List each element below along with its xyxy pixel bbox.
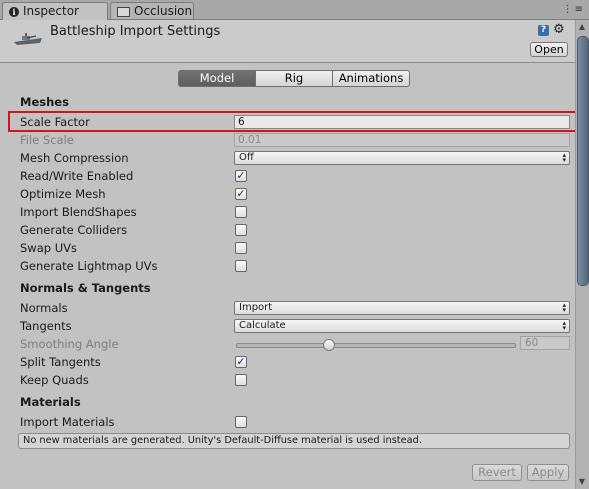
swap-uvs-checkbox[interactable]	[235, 242, 247, 254]
scale-factor-highlight	[8, 111, 589, 132]
scroll-down-arrow-icon[interactable]: ▼	[576, 476, 588, 488]
normals-label: Normals	[20, 301, 68, 315]
tangents-dropdown[interactable]: Calculate ▴ ▾	[234, 319, 570, 333]
keep-quads-checkbox[interactable]	[235, 374, 247, 386]
optimize-mesh-checkbox[interactable]: ✓	[235, 188, 247, 200]
generate-lightmap-uvs-checkbox[interactable]	[235, 260, 247, 272]
generate-colliders-label: Generate Colliders	[20, 223, 128, 237]
scroll-up-arrow-icon[interactable]: ▲	[576, 21, 588, 33]
generate-lightmap-uvs-label: Generate Lightmap UVs	[20, 259, 158, 273]
tab-model[interactable]: Model	[178, 70, 256, 87]
generate-colliders-checkbox[interactable]	[235, 224, 247, 236]
materials-heading: Materials	[20, 395, 81, 409]
tab-bar: i Inspector Occlusion ⋮≡	[0, 0, 589, 20]
file-scale-field: 0.01	[234, 133, 570, 147]
keep-quads-label: Keep Quads	[20, 373, 89, 387]
tab-animations[interactable]: Animations	[332, 70, 410, 87]
import-materials-checkbox[interactable]	[235, 416, 247, 428]
meshes-heading: Meshes	[20, 95, 69, 109]
inspector-header: Battleship Import Settings ? ⚙ Open	[0, 20, 589, 63]
import-materials-label: Import Materials	[20, 415, 115, 429]
apply-button[interactable]: Apply	[527, 464, 569, 481]
materials-info-box: No new materials are generated. Unity's …	[18, 433, 570, 449]
read-write-label: Read/Write Enabled	[20, 169, 134, 183]
smoothing-angle-label: Smoothing Angle	[20, 337, 119, 351]
occlusion-icon	[117, 6, 130, 17]
tab-inspector-label: Inspector	[23, 4, 79, 18]
split-tangents-label: Split Tangents	[20, 355, 101, 369]
tab-inspector[interactable]: i Inspector	[2, 2, 108, 20]
dropdown-arrow-icon: ▴ ▾	[562, 301, 566, 314]
info-icon: i	[9, 6, 19, 17]
smoothing-angle-slider[interactable]	[236, 343, 516, 348]
mesh-compression-label: Mesh Compression	[20, 151, 129, 165]
dropdown-arrow-icon: ▴ ▾	[562, 319, 566, 332]
swap-uvs-label: Swap UVs	[20, 241, 77, 255]
optimize-mesh-label: Optimize Mesh	[20, 187, 106, 201]
tab-rig[interactable]: Rig	[255, 70, 333, 87]
scrollbar-thumb[interactable]	[577, 36, 589, 286]
smoothing-angle-input: 60	[520, 336, 570, 350]
smoothing-angle-slider-thumb[interactable]	[323, 339, 335, 351]
import-blendshapes-checkbox[interactable]	[235, 206, 247, 218]
revert-button[interactable]: Revert	[472, 464, 522, 481]
gear-icon[interactable]: ⚙	[553, 22, 565, 37]
asset-title: Battleship Import Settings	[50, 24, 221, 39]
tab-occlusion[interactable]: Occlusion	[110, 2, 194, 19]
read-write-checkbox[interactable]: ✓	[235, 170, 247, 182]
panel-menu-icon[interactable]: ⋮≡	[563, 4, 585, 15]
split-tangents-checkbox[interactable]: ✓	[235, 356, 247, 368]
tangents-label: Tangents	[20, 319, 72, 333]
battleship-icon	[14, 33, 42, 45]
dropdown-arrow-icon: ▴ ▾	[562, 151, 566, 164]
normals-value: Import	[239, 302, 273, 313]
tangents-value: Calculate	[239, 320, 286, 331]
normals-dropdown[interactable]: Import ▴ ▾	[234, 301, 570, 315]
mesh-compression-value: Off	[239, 152, 254, 163]
help-icon[interactable]: ?	[538, 25, 549, 36]
file-scale-label: File Scale	[20, 133, 74, 147]
normals-tangents-heading: Normals & Tangents	[20, 281, 151, 295]
import-blendshapes-label: Import BlendShapes	[20, 205, 137, 219]
tab-occlusion-label: Occlusion	[134, 4, 193, 18]
open-button[interactable]: Open	[530, 42, 568, 57]
mesh-compression-dropdown[interactable]: Off ▴ ▾	[234, 151, 570, 165]
